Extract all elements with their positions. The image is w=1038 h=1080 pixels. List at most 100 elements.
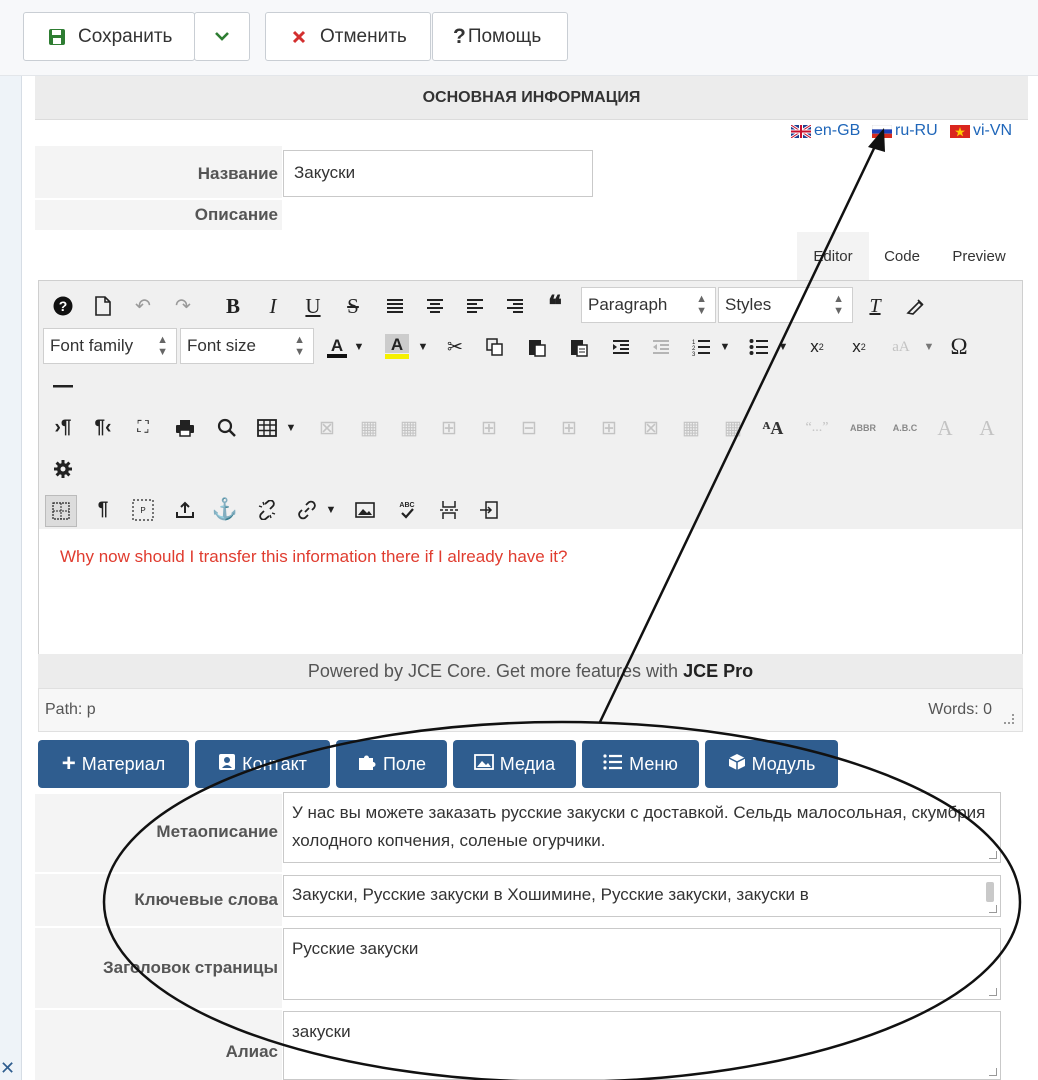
lang-link-ru-ru[interactable]: ru-RU: [871, 122, 938, 140]
bold-icon[interactable]: B: [219, 291, 247, 321]
numbered-list-icon[interactable]: 123: [687, 332, 715, 362]
styles-select[interactable]: Styles ▲ ▼: [718, 287, 853, 323]
fullscreen-icon[interactable]: ⛶: [129, 413, 157, 443]
style-props-icon[interactable]: ᴬA: [757, 413, 789, 443]
rtl-icon[interactable]: ¶‹: [89, 413, 117, 443]
superscript-icon[interactable]: x2: [845, 332, 873, 362]
strikethrough-icon[interactable]: S: [339, 291, 367, 321]
copy-icon[interactable]: [481, 332, 509, 362]
save-button[interactable]: Сохранить: [23, 12, 195, 61]
anchor-icon[interactable]: ⚓: [211, 495, 239, 525]
visual-blocks-icon[interactable]: P: [129, 495, 157, 525]
resize-handle-icon[interactable]: [989, 905, 997, 913]
insert-material-button[interactable]: + Материал: [38, 740, 189, 788]
visual-chars-icon[interactable]: ¶: [89, 495, 117, 525]
italic-icon[interactable]: I: [259, 291, 287, 321]
scrollbar[interactable]: [986, 882, 994, 902]
row-before-icon[interactable]: ⊞: [435, 413, 463, 443]
keywords-textarea[interactable]: Закуски, Русские закуски в Хошимине, Рус…: [283, 875, 1001, 917]
insert-menu-button[interactable]: Меню: [582, 740, 699, 788]
align-left-icon[interactable]: [461, 291, 489, 321]
spellcheck-icon[interactable]: ABC: [393, 495, 421, 525]
lang-link-vi-vn[interactable]: vi-VN: [950, 122, 1012, 140]
page-title-textarea[interactable]: Русские закуски: [283, 928, 1001, 1000]
chevron-down-icon[interactable]: ▼: [775, 332, 791, 362]
merge-cells-icon[interactable]: ▦: [719, 413, 747, 443]
indent-icon[interactable]: [607, 332, 635, 362]
subscript-icon[interactable]: x2: [803, 332, 831, 362]
tab-preview[interactable]: Preview: [939, 232, 1019, 280]
insert-media-button[interactable]: Медиа: [453, 740, 576, 788]
cut-icon[interactable]: ✂: [441, 332, 469, 362]
cite-icon[interactable]: “...”: [797, 413, 837, 443]
acronym-icon[interactable]: A.B.C: [887, 413, 923, 443]
font-size-select[interactable]: Font size ▲ ▼: [180, 328, 314, 364]
name-input[interactable]: Закуски: [283, 150, 593, 197]
undo-icon[interactable]: ↶: [129, 291, 157, 321]
text-color-icon[interactable]: A: [323, 332, 351, 362]
lang-link-en-gb[interactable]: en-GB: [790, 122, 860, 140]
cancel-button[interactable]: Отменить: [265, 12, 431, 61]
redo-icon[interactable]: ↷: [169, 291, 197, 321]
search-icon[interactable]: [213, 413, 241, 443]
help-button[interactable]: ? Помощь: [432, 12, 568, 61]
print-icon[interactable]: [171, 413, 199, 443]
upload-icon[interactable]: [171, 495, 199, 525]
chevron-down-icon[interactable]: ▼: [323, 495, 339, 525]
delete-text-icon[interactable]: A: [931, 413, 959, 443]
ltr-icon[interactable]: ›¶: [49, 413, 77, 443]
chevron-down-icon[interactable]: ▼: [283, 413, 299, 443]
col-before-icon[interactable]: ⊞: [555, 413, 583, 443]
image-icon[interactable]: [351, 495, 379, 525]
visual-aid-icon[interactable]: [45, 495, 77, 527]
format-select[interactable]: Paragraph ▲ ▼: [581, 287, 716, 323]
change-case-icon[interactable]: aA: [885, 332, 917, 362]
blockquote-icon[interactable]: ❝: [541, 291, 569, 321]
abbreviation-icon[interactable]: ABBR: [845, 413, 881, 443]
chevron-down-icon[interactable]: ▼: [351, 332, 367, 362]
alias-textarea[interactable]: закуски: [283, 1011, 1001, 1080]
resize-handle-icon[interactable]: [989, 988, 997, 996]
resize-handle-icon[interactable]: [989, 1068, 997, 1076]
resize-handle-icon[interactable]: [1004, 714, 1014, 724]
col-after-icon[interactable]: ⊞: [595, 413, 623, 443]
gear-icon[interactable]: [49, 454, 77, 484]
tab-editor[interactable]: Editor: [797, 232, 869, 280]
metadesc-textarea[interactable]: У нас вы можете заказать русские закуски…: [283, 792, 1001, 863]
underline-icon[interactable]: U: [299, 291, 327, 321]
align-right-icon[interactable]: [501, 291, 529, 321]
paste-icon[interactable]: [523, 332, 551, 362]
background-color-icon[interactable]: A: [383, 332, 411, 362]
insert-contact-button[interactable]: Контакт: [195, 740, 330, 788]
horizontal-rule-icon[interactable]: [49, 372, 77, 402]
align-justify-icon[interactable]: [381, 291, 409, 321]
clear-formatting-icon[interactable]: T: [861, 291, 889, 321]
new-document-icon[interactable]: [89, 291, 117, 321]
insert-text-icon[interactable]: A: [973, 413, 1001, 443]
split-cells-icon[interactable]: ▦: [677, 413, 705, 443]
delete-row-icon[interactable]: ⊟: [515, 413, 543, 443]
align-center-icon[interactable]: [421, 291, 449, 321]
unlink-icon[interactable]: [253, 495, 281, 525]
paste-text-icon[interactable]: [565, 332, 593, 362]
chevron-down-icon[interactable]: ▼: [717, 332, 733, 362]
insert-field-button[interactable]: Поле: [336, 740, 447, 788]
link-icon[interactable]: [293, 495, 321, 525]
readmore-icon[interactable]: [475, 495, 503, 525]
row-after-icon[interactable]: ⊞: [475, 413, 503, 443]
help-icon[interactable]: ?: [49, 291, 77, 321]
cleanup-icon[interactable]: [901, 291, 929, 321]
table-row-props-icon[interactable]: ▦: [355, 413, 383, 443]
resize-handle-icon[interactable]: [989, 851, 997, 859]
save-dropdown-button[interactable]: [194, 12, 250, 61]
outdent-icon[interactable]: [647, 332, 675, 362]
page-break-icon[interactable]: [435, 495, 463, 525]
delete-col-icon[interactable]: ⊠: [637, 413, 665, 443]
chevron-down-icon[interactable]: ▼: [415, 332, 431, 362]
font-family-select[interactable]: Font family ▲ ▼: [43, 328, 177, 364]
bullet-list-icon[interactable]: [745, 332, 773, 362]
tab-code[interactable]: Code: [869, 232, 935, 280]
jce-pro-link[interactable]: JCE Pro: [683, 661, 753, 682]
insert-module-button[interactable]: Модуль: [705, 740, 838, 788]
table-cell-props-icon[interactable]: ▦: [395, 413, 423, 443]
